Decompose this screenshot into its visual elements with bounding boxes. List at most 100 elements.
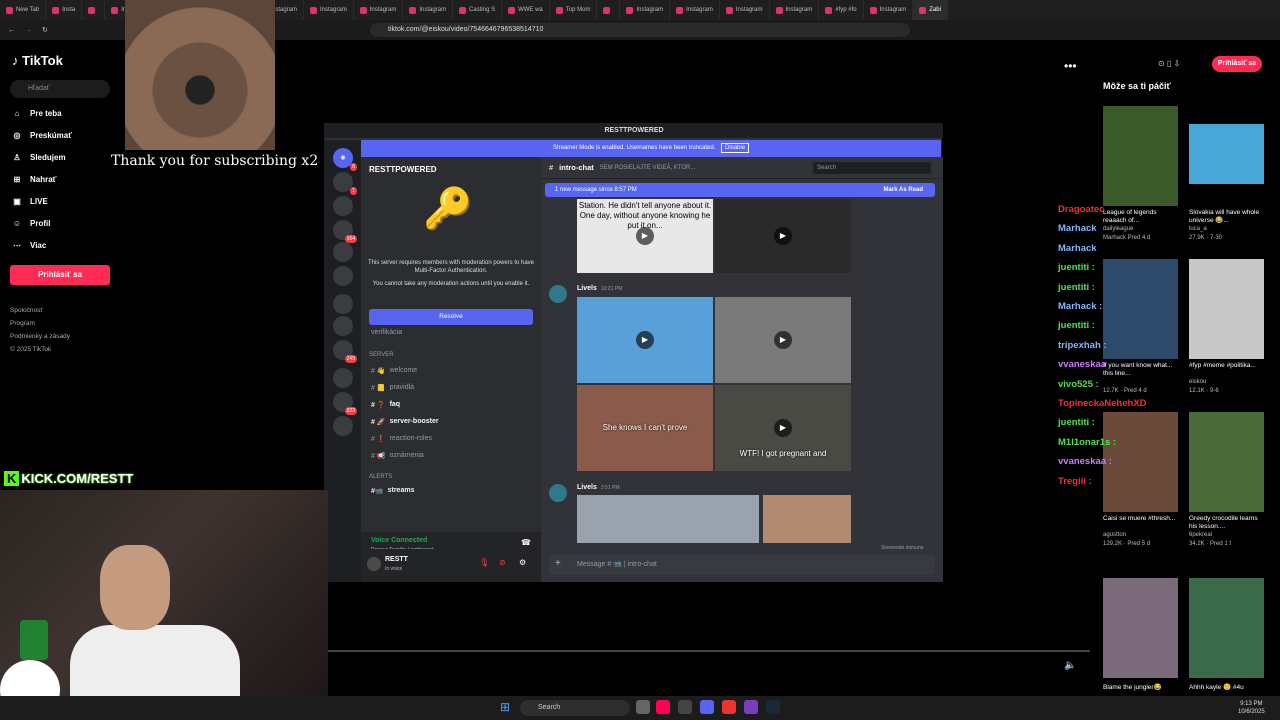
browser-tab[interactable]	[597, 0, 621, 20]
login-button[interactable]: Prihlásiť sa	[10, 265, 110, 285]
server-name[interactable]: RESTTPOWERED	[369, 165, 437, 174]
browser-tab[interactable]: Insta	[46, 0, 83, 20]
add-attachment-icon[interactable]: +	[555, 558, 561, 569]
server-icon[interactable]: 164	[333, 220, 357, 243]
channel-oznámenia[interactable]: # 📢 oznámenia	[371, 452, 424, 460]
mark-read-button[interactable]: Mark As Read	[884, 183, 923, 197]
nav-item-2[interactable]: ♙ Sledujem	[12, 153, 65, 162]
play-icon[interactable]: ▶	[774, 331, 792, 349]
server-icon[interactable]	[333, 242, 353, 262]
new-messages-bar[interactable]: 1 new message since 8:57 PM Mark As Read	[545, 183, 935, 197]
volume-icon[interactable]: 🔈	[1064, 660, 1076, 671]
category-server[interactable]: SERVER	[369, 352, 394, 358]
channel-pravidlá[interactable]: # 📒 pravidlá	[371, 384, 414, 392]
channel-faq[interactable]: # ❓ faq	[371, 401, 400, 409]
server-icon[interactable]	[333, 266, 353, 286]
channel-verification[interactable]: verifikácia	[371, 329, 402, 336]
settings-gear-icon[interactable]: ⚙	[519, 558, 526, 567]
server-icon[interactable]	[333, 316, 353, 336]
video-caption[interactable]: Ahhh kayle 🙂 #4u	[1189, 684, 1267, 692]
play-icon[interactable]: ▶	[636, 331, 654, 349]
server-icon[interactable]	[333, 416, 353, 436]
video-attachment[interactable]: ▶	[577, 297, 713, 383]
browser-tab[interactable]: Zabi	[913, 0, 948, 20]
play-icon[interactable]: ▶	[774, 419, 792, 437]
nav-item-6[interactable]: ⋯ Viac	[12, 241, 46, 250]
video-thumbnail[interactable]	[1189, 578, 1264, 678]
nav-item-0[interactable]: ⌂ Pre teba	[12, 109, 62, 118]
browser-tab[interactable]: Instagram	[770, 0, 820, 20]
obs-icon[interactable]	[744, 700, 758, 714]
video-caption[interactable]: Greedy crocodile learns his lesson....	[1189, 515, 1267, 531]
browser-tab[interactable]: WWE wa	[502, 0, 550, 20]
video-thumbnail[interactable]	[1189, 259, 1264, 359]
search-input[interactable]: Hľadať	[10, 80, 110, 98]
nav-item-4[interactable]: ▣ LIVE	[12, 197, 48, 206]
video-thumbnail[interactable]	[1189, 412, 1264, 512]
more-options-icon[interactable]: •••	[1064, 59, 1077, 73]
video-caption[interactable]: #fyp #meme #politika...	[1189, 362, 1267, 370]
footer-link[interactable]: Program	[10, 320, 35, 327]
message-author[interactable]: Livels	[577, 484, 597, 491]
video-caption[interactable]: Slovakia will have whole universe 😂...	[1189, 209, 1267, 225]
footer-link[interactable]: Spoločnosť	[10, 307, 43, 314]
category-alerts[interactable]: ALERTS	[369, 474, 392, 480]
browser-tab[interactable]: Instagram	[864, 0, 914, 20]
nav-item-3[interactable]: ⊞ Nahrať	[12, 175, 57, 184]
video-attachment[interactable]: ▶	[715, 297, 851, 383]
server-icon[interactable]: ◉ 6	[333, 148, 357, 171]
start-menu-icon[interactable]: ⊞	[500, 700, 510, 714]
avatar[interactable]	[549, 484, 567, 502]
video-attachment[interactable]	[577, 495, 759, 543]
message-author[interactable]: Livels	[577, 285, 597, 292]
browser-tab[interactable]: Instagram	[354, 0, 404, 20]
message-input[interactable]: Message # 📹 | intro-chat	[549, 555, 935, 575]
browser-tab[interactable]: Instagram	[403, 0, 454, 20]
video-caption[interactable]: Blame the jungler😂	[1103, 684, 1181, 692]
video-progress-bar[interactable]	[328, 650, 1090, 652]
video-attachment[interactable]: ▶ WTF! I got pregnant and	[715, 385, 851, 471]
video-attachment[interactable]: Station. He didn't tell anyone about it.…	[577, 199, 713, 273]
url-field[interactable]: tiktok.com/@eiskou/video/754664679653851…	[370, 23, 910, 37]
video-author[interactable]: 6pekreal	[1189, 532, 1212, 538]
forward-icon[interactable]: →	[25, 27, 32, 34]
channel-server-booster[interactable]: # 🚀 server-booster	[371, 418, 439, 426]
browser-tab[interactable]: #fyp #fo	[819, 0, 864, 20]
footer-link[interactable]: Podmienky a zásady	[10, 333, 70, 340]
channel-reaction-roles[interactable]: # ❗ reaction-roles	[371, 435, 432, 443]
server-icon[interactable]: 333	[333, 392, 357, 415]
browser-tab[interactable]: Casting S	[453, 0, 503, 20]
app-icon[interactable]	[722, 700, 736, 714]
back-icon[interactable]: ←	[8, 27, 15, 34]
disable-button[interactable]: Disable	[721, 143, 750, 153]
video-caption[interactable]: Caisi se muere #thresh...	[1103, 515, 1181, 523]
file-explorer-icon[interactable]	[636, 700, 650, 714]
video-attachment[interactable]: ▶	[715, 199, 851, 273]
resolve-button[interactable]: Resolve	[369, 309, 533, 325]
discord-taskbar-icon[interactable]	[700, 700, 714, 714]
nav-item-5[interactable]: ☺ Profil	[12, 219, 51, 228]
brave-icon[interactable]	[656, 700, 670, 714]
server-icon[interactable]	[333, 196, 353, 216]
server-icon[interactable]: 1	[333, 172, 357, 195]
app-icon[interactable]	[678, 700, 692, 714]
video-thumbnail[interactable]	[1103, 106, 1178, 206]
deafen-icon[interactable]: ⊘	[499, 558, 506, 567]
video-attachment[interactable]	[763, 495, 851, 543]
avatar[interactable]	[549, 285, 567, 303]
login-button-right[interactable]: Prihlásiť sa	[1212, 56, 1262, 72]
video-attachment[interactable]: She knows I can't prove	[577, 385, 713, 471]
play-icon[interactable]: ▶	[636, 227, 654, 245]
video-author[interactable]: agustton	[1103, 532, 1126, 538]
browser-tab[interactable]: Instagram	[304, 0, 354, 20]
avatar[interactable]	[367, 557, 381, 571]
search-input[interactable]: Search	[813, 162, 931, 174]
channel-welcome[interactable]: # 👋 welcome	[371, 367, 417, 375]
browser-tab[interactable]: Instagram	[670, 0, 720, 20]
tiktok-logo[interactable]: ♪ TikTok	[12, 53, 63, 68]
channel-topic[interactable]: SEM POSIELAJTE VIDEÁ, KTOR...	[600, 165, 696, 171]
browser-tab[interactable]: Instagram	[720, 0, 770, 20]
browser-tab[interactable]: New Tab	[0, 0, 47, 20]
server-icon[interactable]: 249	[333, 340, 357, 363]
play-icon[interactable]: ▶	[774, 227, 792, 245]
